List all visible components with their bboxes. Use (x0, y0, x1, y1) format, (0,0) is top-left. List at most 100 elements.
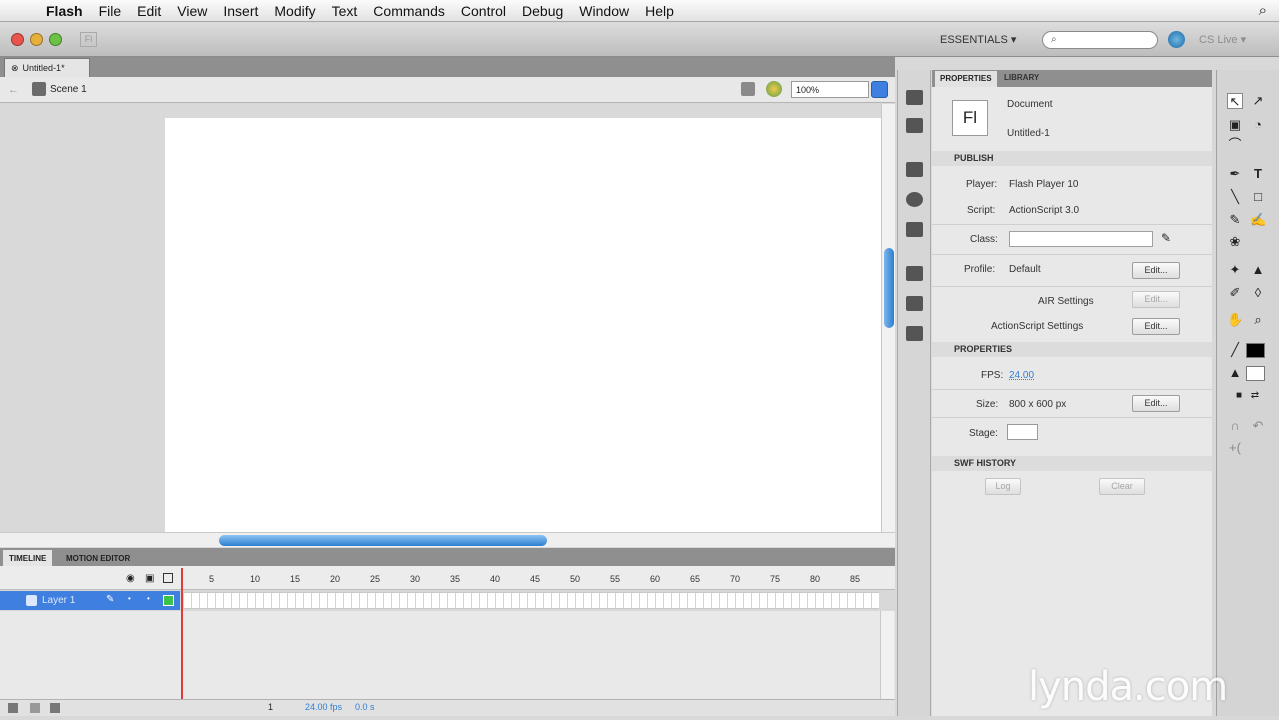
menu-app[interactable]: Flash (38, 3, 91, 19)
color-icon[interactable] (906, 192, 923, 207)
menu-control[interactable]: Control (453, 3, 514, 19)
edit-class-pencil-icon[interactable]: ✎ (1161, 231, 1171, 245)
menu-file[interactable]: File (91, 3, 130, 19)
transform-icon[interactable] (906, 222, 923, 237)
layer-row[interactable]: Layer 1 ✎ • • (0, 591, 180, 610)
deco-tool-icon[interactable]: ❀ (1227, 234, 1243, 250)
subselection-tool-icon[interactable]: ↗ (1250, 93, 1266, 109)
lasso-tool-icon[interactable]: ⌒ (1227, 137, 1243, 153)
swap-colors-icon[interactable]: ⇄ (1247, 388, 1263, 404)
layer-lock-toggle[interactable]: • (147, 594, 150, 603)
profile-edit-button[interactable]: Edit... (1132, 262, 1180, 279)
zoom-window-button[interactable] (49, 33, 62, 46)
vertical-scroll-thumb[interactable] (884, 248, 894, 328)
menu-modify[interactable]: Modify (266, 3, 323, 19)
snap-to-objects-icon[interactable]: ∩ (1227, 418, 1243, 434)
zoom-dropdown-button[interactable] (871, 81, 888, 98)
class-field[interactable] (1009, 231, 1153, 247)
menu-help[interactable]: Help (637, 3, 682, 19)
close-tab-icon[interactable]: ⊗ (11, 63, 19, 73)
stage[interactable] (165, 118, 881, 532)
tab-library[interactable]: LIBRARY (1004, 73, 1039, 82)
eye-icon[interactable]: ◉ (126, 573, 135, 584)
layer-name[interactable]: Layer 1 (42, 595, 75, 606)
outline-icon[interactable] (163, 573, 173, 583)
cs-live-icon[interactable] (1168, 31, 1185, 48)
smooth-icon[interactable]: ↶ (1250, 418, 1266, 434)
publish-section-header[interactable]: PUBLISH (932, 151, 1212, 166)
components-icon[interactable] (906, 296, 923, 311)
text-tool-icon[interactable]: T (1250, 166, 1266, 182)
pencil-tool-icon[interactable]: ✎ (1227, 212, 1243, 228)
air-settings-edit-button[interactable]: Edit... (1132, 291, 1180, 308)
stage-color-swatch[interactable] (1007, 424, 1038, 440)
pen-tool-icon[interactable]: ✒ (1227, 166, 1243, 182)
close-window-button[interactable] (11, 33, 24, 46)
eraser-tool-icon[interactable]: ◊ (1250, 285, 1266, 301)
align-icon[interactable] (906, 162, 923, 177)
horizontal-scrollbar[interactable] (0, 532, 895, 547)
log-button[interactable]: Log (985, 478, 1021, 495)
new-layer-icon[interactable] (8, 703, 18, 713)
straighten-icon[interactable]: +( (1227, 440, 1243, 456)
free-transform-tool-icon[interactable]: ▣ (1227, 117, 1243, 133)
help-search-input[interactable]: ⌕ (1042, 31, 1158, 49)
size-edit-button[interactable]: Edit... (1132, 395, 1180, 412)
new-folder-icon[interactable] (30, 703, 40, 713)
swf-history-section-header[interactable]: SWF HISTORY (932, 456, 1212, 471)
code-snippets-icon[interactable] (906, 266, 923, 281)
layer-icon (26, 595, 37, 606)
hand-tool-icon[interactable]: ✋ (1227, 312, 1243, 328)
timeline-vertical-scrollbar[interactable] (880, 611, 894, 699)
spotlight-search-icon[interactable]: ⌕ (1259, 2, 1267, 19)
history-icon[interactable] (906, 118, 923, 133)
menu-view[interactable]: View (169, 3, 215, 19)
3d-rotation-tool-icon[interactable]: ◔ (1250, 117, 1266, 133)
menu-text[interactable]: Text (324, 3, 366, 19)
fill-color-swatch[interactable] (1246, 366, 1265, 381)
tab-motion-editor[interactable]: MOTION EDITOR (60, 550, 136, 566)
fps-readout[interactable]: 24.00 fps (305, 702, 342, 712)
menu-commands[interactable]: Commands (365, 3, 453, 19)
edit-symbols-icon[interactable] (766, 81, 782, 97)
scene-breadcrumb[interactable]: Scene 1 (50, 84, 87, 95)
delete-layer-icon[interactable] (50, 703, 60, 713)
zoom-input[interactable]: 100% (791, 81, 869, 98)
frame-strip[interactable] (184, 592, 879, 609)
properties-section-header[interactable]: PROPERTIES (932, 342, 1212, 357)
menu-window[interactable]: Window (571, 3, 637, 19)
motion-presets-icon[interactable] (906, 90, 923, 105)
minimize-window-button[interactable] (30, 33, 43, 46)
back-arrow-icon[interactable]: ← (8, 84, 19, 96)
menu-debug[interactable]: Debug (514, 3, 571, 19)
playhead[interactable] (181, 568, 183, 700)
lock-icon[interactable]: ▣ (145, 573, 154, 584)
brush-tool-icon[interactable]: ✍ (1250, 212, 1266, 228)
edit-scene-icon[interactable] (741, 82, 755, 96)
actionscript-settings-edit-button[interactable]: Edit... (1132, 318, 1180, 335)
horizontal-scroll-thumb[interactable] (219, 535, 547, 546)
vertical-scrollbar[interactable] (881, 104, 895, 532)
zoom-tool-icon[interactable]: ⌕ (1250, 312, 1266, 328)
line-tool-icon[interactable]: ╲ (1227, 189, 1243, 205)
rectangle-tool-icon[interactable]: □ (1250, 189, 1266, 205)
menu-insert[interactable]: Insert (215, 3, 266, 19)
stroke-color-swatch[interactable] (1246, 343, 1265, 358)
component-inspector-icon[interactable] (906, 326, 923, 341)
cs-live-menu[interactable]: CS Live ▾ (1199, 33, 1246, 46)
player-label: Player: (966, 179, 998, 190)
selection-tool-icon[interactable]: ↖ (1227, 93, 1243, 109)
menu-edit[interactable]: Edit (129, 3, 169, 19)
tab-properties[interactable]: PROPERTIES (935, 71, 997, 87)
document-tab[interactable]: ⊗ Untitled-1* (4, 58, 90, 77)
eyedropper-tool-icon[interactable]: ✐ (1227, 285, 1243, 301)
layer-outline-toggle[interactable] (163, 595, 174, 606)
fps-value[interactable]: 24.00 (1009, 370, 1034, 381)
layer-visible-toggle[interactable]: • (128, 594, 131, 603)
bone-tool-icon[interactable]: ✦ (1227, 262, 1243, 278)
paint-bucket-tool-icon[interactable]: ▲ (1250, 262, 1266, 278)
tab-timeline[interactable]: TIMELINE (3, 550, 53, 566)
workspace-switcher[interactable]: ESSENTIALS ▾ (940, 33, 1016, 46)
clear-button[interactable]: Clear (1099, 478, 1145, 495)
black-white-icon[interactable]: ■ (1231, 388, 1247, 404)
